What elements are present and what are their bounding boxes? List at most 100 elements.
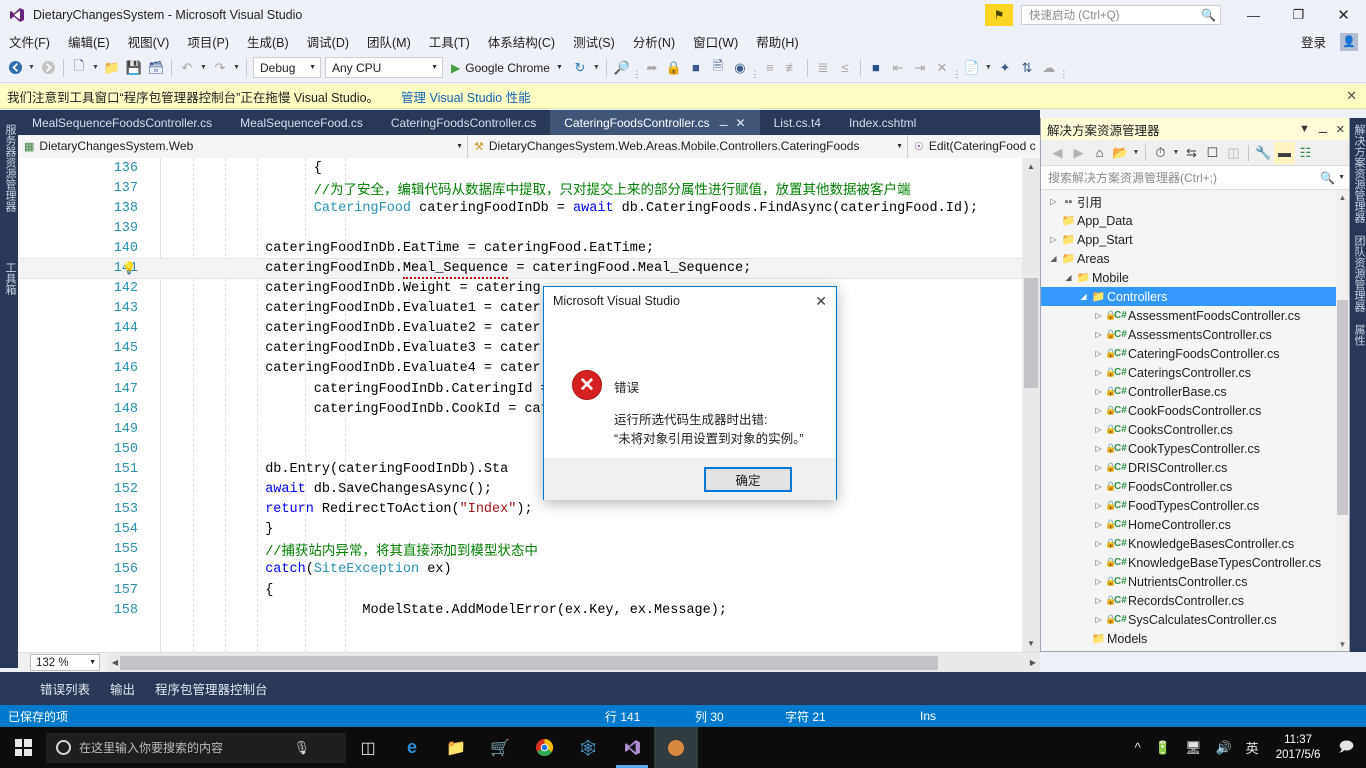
scrollbar-thumb[interactable] (120, 655, 938, 670)
scrollbar-thumb[interactable] (1337, 300, 1348, 515)
solution-explorer-search-input[interactable]: 搜索解决方案资源管理器(Ctrl+;) 🔍 ▼ (1041, 166, 1349, 190)
code-line[interactable]: 137 //为了安全，编辑代码从数据库中提取，只对提交上来的部分属性进行赋值，放置… (18, 178, 1040, 199)
code-line[interactable]: 155 //捕获站内异常，将其直接添加到模型状态中 (18, 540, 1040, 560)
chevron-collapsed-icon[interactable]: ▷ (1092, 349, 1105, 358)
manage-performance-link[interactable]: 管理 Visual Studio 性能 (401, 87, 531, 106)
chevron-collapsed-icon[interactable]: ▷ (1092, 539, 1105, 548)
scroll-right-icon[interactable]: ▶ (1026, 654, 1040, 672)
show-hidden-icons-icon[interactable]: ^ (1128, 740, 1148, 755)
battery-icon[interactable]: 🔋 (1148, 740, 1178, 756)
file-explorer-icon[interactable]: 📁 (434, 727, 478, 768)
navigate-back-icon[interactable] (4, 56, 26, 80)
quick-launch-input[interactable]: 快速启动 (Ctrl+Q) 🔍 (1021, 5, 1221, 25)
performance-icon[interactable]: ◉ (729, 56, 751, 80)
chevron-collapsed-icon[interactable]: ▷ (1092, 406, 1105, 415)
code-line[interactable]: 154} (18, 520, 1040, 540)
chevron-collapsed-icon[interactable]: ▷ (1092, 368, 1105, 377)
menu-architecture[interactable]: 体系结构(C) (479, 30, 564, 54)
code-line[interactable]: 141 💡 cateringFoodInDb.Meal_Sequence = cat… (18, 258, 1040, 280)
chevron-down-icon[interactable]: ▼ (1299, 123, 1310, 135)
refresh-icon[interactable]: ↻ (569, 56, 591, 80)
code-line[interactable]: 142 cateringFoodInDb.Weight = catering (18, 279, 1040, 299)
tree-node-assessmentscontroller-cs[interactable]: ▷ 🔒 C# AssessmentsController.cs (1041, 325, 1349, 344)
action-center-icon[interactable]: 🗩 (1330, 736, 1366, 760)
tree-node-cooktypescontroller-cs[interactable]: ▷ 🔒 C# CookTypesController.cs (1041, 439, 1349, 458)
taskbar-search-input[interactable]: 在这里输入你要搜索的内容 🎙 (46, 732, 346, 763)
menu-help[interactable]: 帮助(H) (747, 30, 807, 54)
code-line[interactable]: 147 cateringFoodInDb.CateringId = (18, 379, 1040, 399)
new-project-dropdown-icon[interactable]: ▼ (90, 56, 101, 80)
menu-edit[interactable]: 编辑(E) (59, 30, 119, 54)
code-line[interactable]: 150 (18, 439, 1040, 459)
refresh-icon[interactable]: ☐ (1202, 142, 1223, 164)
tab-cateringfoodscontroller-active[interactable]: CateringFoodsController.cs ⚊ ✕ (550, 110, 760, 135)
code-editor[interactable]: 136 {137 //为了安全，编辑代码从数据库中提取，只对提交上来的部分属性进行赋… (18, 158, 1040, 652)
tree-node-controllerbase-cs[interactable]: ▷ 🔒 C# ControllerBase.cs (1041, 382, 1349, 401)
code-line[interactable]: 149 (18, 419, 1040, 439)
member-selector-combo[interactable]: ☉ Edit(CateringFood c (908, 134, 1040, 158)
code-line[interactable]: 153 return RedirectToAction("Index"); (18, 500, 1040, 520)
search-icon[interactable]: 🔍 (1320, 171, 1335, 185)
properties-tab[interactable]: 属性 (1350, 318, 1366, 352)
tree-node-app-data[interactable]: 📁 App_Data (1041, 211, 1349, 230)
task-view-icon[interactable]: ◫ (346, 727, 390, 768)
tab-mealsequencefoodscontroller[interactable]: MealSequenceFoodsController.cs (18, 110, 227, 135)
tree-node-cookfoodscontroller-cs[interactable]: ▷ 🔒 C# CookFoodsController.cs (1041, 401, 1349, 420)
network-icon[interactable]: 🖥 (1178, 740, 1209, 756)
close-button[interactable]: ✕ (1321, 0, 1366, 30)
tree-node-models[interactable]: 📁 Models (1041, 629, 1349, 648)
volume-icon[interactable]: 🔊 (1208, 740, 1238, 756)
scroll-down-icon[interactable]: ▼ (1336, 637, 1349, 651)
attach-icon[interactable]: 🔒 (663, 56, 685, 80)
dock-tab-output[interactable]: 输出 (100, 672, 145, 706)
chevron-collapsed-icon[interactable]: ▷ (1047, 235, 1060, 244)
tree-node-assessmentfoodscontroller-cs[interactable]: ▷ 🔒 C# AssessmentFoodsController.cs (1041, 306, 1349, 325)
toolbox-tab[interactable]: 工具箱 (0, 254, 20, 303)
code-line[interactable]: 146 cateringFoodInDb.Evaluate4 = cater (18, 359, 1040, 379)
chevron-collapsed-icon[interactable]: ▷ (1092, 615, 1105, 624)
tree-node-knowledgebasescontroller-cs[interactable]: ▷ 🔒 C# KnowledgeBasesController.cs (1041, 534, 1349, 553)
sign-in-link[interactable]: 登录 (1301, 32, 1326, 51)
chevron-collapsed-icon[interactable]: ▷ (1092, 482, 1105, 491)
pin-icon[interactable]: ⚊ (1318, 123, 1328, 136)
open-file-icon[interactable]: 📁 (101, 56, 123, 80)
type-selector-combo[interactable]: ⚒ DietaryChangesSystem.Web.Areas.Mobile.… (468, 134, 908, 158)
chevron-down-icon[interactable]: ▼ (1338, 174, 1345, 181)
account-avatar-icon[interactable]: 👤 (1340, 32, 1358, 51)
sync-with-editor-icon[interactable]: ⇆ (1181, 142, 1202, 164)
tree-node-cateringscontroller-cs[interactable]: ▷ 🔒 C# CateringsController.cs (1041, 363, 1349, 382)
toolbar-overflow-icon[interactable]: ⋮ (1059, 56, 1068, 80)
tree-node-syscalculatescontroller-cs[interactable]: ▷ 🔒 C# SysCalculatesController.cs (1041, 610, 1349, 629)
tree-node-cookscontroller-cs[interactable]: ▷ 🔒 C# CooksController.cs (1041, 420, 1349, 439)
code-line[interactable]: 143 cateringFoodInDb.Evaluate1 = cater (18, 299, 1040, 319)
new-item-icon[interactable]: ✦ (994, 56, 1016, 80)
tree-node-cateringfoodscontroller-cs[interactable]: ▷ 🔒 C# CateringFoodsController.cs (1041, 344, 1349, 363)
pin-icon[interactable]: ⚊ (719, 116, 729, 129)
menu-build[interactable]: 生成(B) (238, 30, 298, 54)
tree-node-[interactable]: ▷ ▪▪ 引用 (1041, 192, 1349, 211)
scrollbar-thumb[interactable] (1024, 278, 1038, 388)
properties-icon[interactable]: 🔧 (1253, 142, 1274, 164)
solution-tree-scrollbar[interactable]: ▲ ▼ (1336, 190, 1349, 651)
chevron-collapsed-icon[interactable]: ▷ (1092, 444, 1105, 453)
tree-node-driscontroller-cs[interactable]: ▷ 🔒 C# DRISController.cs (1041, 458, 1349, 477)
chevron-down-icon[interactable]: ▼ (1131, 142, 1141, 164)
menu-project[interactable]: 项目(P) (178, 30, 238, 54)
code-line[interactable]: 152 await db.SaveChangesAsync(); (18, 480, 1040, 500)
save-icon[interactable]: 💾 (123, 56, 145, 80)
close-icon[interactable]: ✕ (1346, 88, 1357, 104)
tree-node-mobile[interactable]: ◢ 📁 Mobile (1041, 268, 1349, 287)
scroll-up-icon[interactable]: ▲ (1022, 158, 1040, 175)
chevron-collapsed-icon[interactable]: ▷ (1092, 330, 1105, 339)
code-line[interactable]: 156 catch(SiteException ex) (18, 560, 1040, 580)
find-icon[interactable]: 🔎 (611, 56, 633, 80)
scroll-up-icon[interactable]: ▲ (1336, 190, 1349, 204)
tree-node-controllers[interactable]: ◢ 📁 Controllers (1041, 287, 1349, 306)
bookmark-icon[interactable]: ■ (865, 56, 887, 80)
chevron-collapsed-icon[interactable]: ▷ (1092, 463, 1105, 472)
close-icon[interactable]: ✕ (736, 116, 746, 130)
edge-icon[interactable]: e (390, 727, 434, 768)
project-selector-combo[interactable]: ▦ DietaryChangesSystem.Web ▼ (18, 134, 468, 158)
refresh-dropdown-icon[interactable]: ▼ (591, 56, 602, 80)
solution-explorer-tab[interactable]: 解决方案资源管理器 (1350, 118, 1366, 229)
